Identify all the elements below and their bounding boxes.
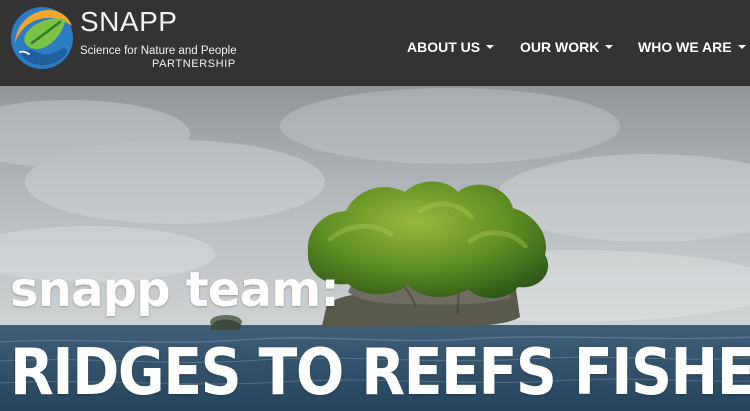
hero-banner: snapp team: RIDGES TO REEFS FISHERIES <box>0 86 750 411</box>
nav-item-who-we-are[interactable]: WHO WE ARE <box>638 35 746 59</box>
chevron-down-icon <box>605 45 614 50</box>
page: SNAPP Science for Nature and People PART… <box>0 0 750 411</box>
nav-item-label: ABOUT US <box>407 39 481 55</box>
nav-item-our-work[interactable]: OUR WORK <box>520 35 614 59</box>
hero-subtitle: RIDGES TO REEFS FISHERIES <box>10 335 750 410</box>
chevron-down-icon <box>486 45 495 50</box>
chevron-down-icon <box>737 45 746 50</box>
hero-heading: snapp team: RIDGES TO REEFS FISHERIES <box>10 261 750 411</box>
hero-title: snapp team: <box>10 262 340 318</box>
nav-item-about-us[interactable]: ABOUT US <box>407 35 495 59</box>
nav-item-label: OUR WORK <box>520 39 600 55</box>
main-navigation: ABOUT US OUR WORK WHO WE ARE <box>392 35 750 59</box>
brand-wordmark: SNAPP <box>80 6 178 37</box>
site-header: SNAPP Science for Nature and People PART… <box>0 0 750 86</box>
brand-partnership: PARTNERSHIP <box>152 58 236 70</box>
brand-tagline: Science for Nature and People <box>80 45 237 57</box>
snapp-logo-link[interactable]: SNAPP Science for Nature and People PART… <box>8 4 278 74</box>
nav-item-label: WHO WE ARE <box>638 39 732 55</box>
leaf-hand-logo-icon <box>11 7 73 69</box>
